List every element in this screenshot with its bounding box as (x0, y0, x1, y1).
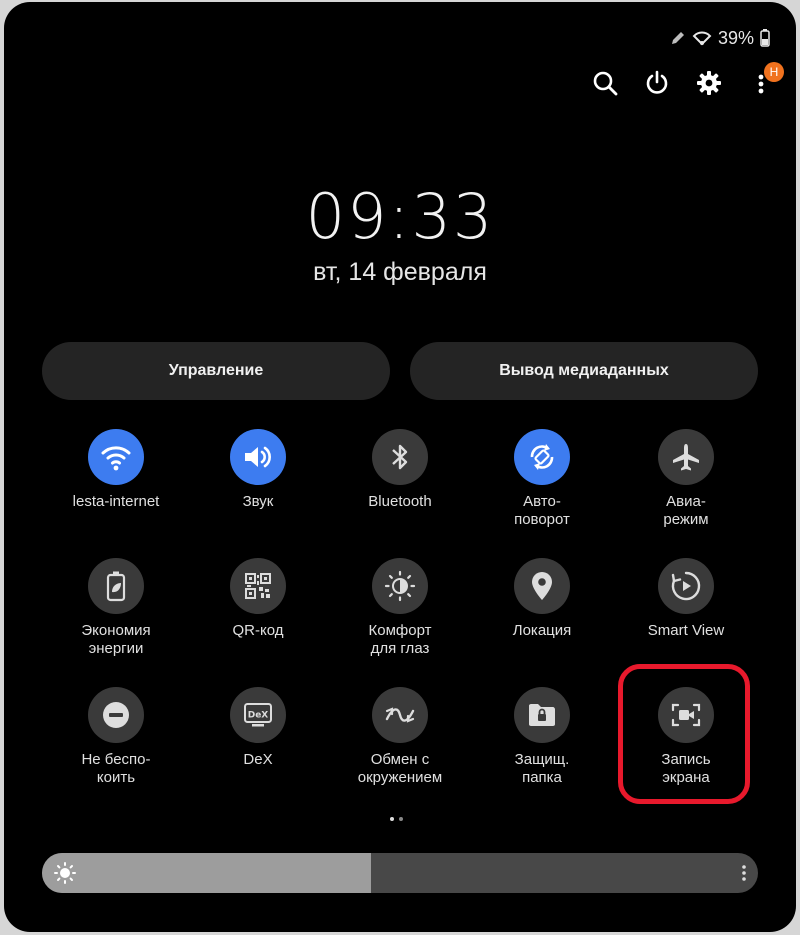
tile-label: Защищ. папка (514, 751, 570, 786)
tile-label: QR-код (232, 622, 284, 639)
status-bar: 39% (670, 26, 770, 50)
notification-badge: H (764, 62, 784, 82)
tile-wifi[interactable]: lesta-internet (46, 429, 186, 511)
wifi-status-icon (692, 31, 712, 46)
tile-power-saving-circle (88, 558, 144, 614)
tile-wifi-circle (88, 429, 144, 485)
page-dot-active (390, 817, 394, 821)
tile-location-circle (514, 558, 570, 614)
tile-label: Авто- поворот (514, 493, 570, 528)
tile-airplane-circle (658, 429, 714, 485)
brightness-slider[interactable] (42, 853, 758, 893)
brightness-fill (42, 853, 372, 893)
tile-airplane[interactable]: Авиа- режим (616, 429, 756, 529)
tile-dex-circle: DeX (230, 687, 286, 743)
tile-smart-view[interactable]: Smart View (616, 558, 756, 640)
brightness-sun-icon (54, 862, 76, 884)
tile-label: Bluetooth (368, 493, 432, 510)
tile-auto-rotate[interactable]: Авто- поворот (472, 429, 612, 529)
media-output-button[interactable]: Вывод медиаданных (410, 342, 758, 400)
power-saving-icon (106, 571, 126, 602)
secure-folder-icon (529, 704, 555, 726)
tile-label: DeX (243, 751, 273, 768)
search-button[interactable] (588, 66, 622, 100)
tile-sound[interactable]: Звук (188, 429, 328, 511)
tile-label: Не беспо- коить (81, 751, 151, 786)
page-indicator (390, 817, 403, 821)
devices-button[interactable]: Управление (42, 342, 390, 400)
tile-qr-code-circle (230, 558, 286, 614)
qr-code-icon (245, 573, 271, 599)
screen-record-highlight (618, 664, 750, 804)
sound-icon (245, 446, 271, 468)
pen-icon (671, 32, 684, 44)
tile-label: Локация (512, 622, 572, 639)
settings-button[interactable] (692, 66, 726, 100)
do-not-disturb-icon (103, 702, 129, 728)
clock-time: 09:33 (305, 180, 495, 253)
tile-label: lesta-internet (72, 493, 160, 510)
tile-dex[interactable]: DeX DeX (188, 687, 328, 769)
wifi-icon (101, 446, 131, 471)
smart-view-icon (671, 571, 701, 601)
tile-bluetooth-circle (372, 429, 428, 485)
page-dot (399, 817, 403, 821)
dex-icon: DeX (244, 703, 272, 727)
header-actions: H (588, 62, 784, 100)
tile-sound-circle (230, 429, 286, 485)
more-options-button[interactable]: H (744, 62, 784, 100)
tile-nearby-share[interactable]: Обмен с окружением (330, 687, 470, 787)
tile-eye-comfort[interactable]: Комфорт для глаз (330, 558, 470, 658)
tile-eye-comfort-circle (372, 558, 428, 614)
tile-qr-code[interactable]: QR-код (188, 558, 328, 640)
airplane-icon (673, 444, 699, 471)
location-icon (532, 572, 552, 600)
tile-bluetooth[interactable]: Bluetooth (330, 429, 470, 511)
tile-label: Авиа- режим (663, 493, 709, 528)
tile-label: Комфорт для глаз (368, 622, 432, 657)
tile-location[interactable]: Локация (472, 558, 612, 640)
battery-percent: 39% (717, 27, 754, 48)
tile-auto-rotate-circle (514, 429, 570, 485)
power-button[interactable] (640, 66, 674, 100)
battery-icon (760, 29, 770, 47)
power-icon (646, 70, 668, 94)
nearby-share-icon (385, 707, 415, 723)
tile-label: Звук (242, 493, 274, 510)
tile-dnd-circle (88, 687, 144, 743)
tile-secure-folder-circle (514, 687, 570, 743)
clock-date: вт, 14 февраля (313, 258, 487, 286)
svg-text:DeX: DeX (248, 711, 269, 721)
tile-smart-view-circle (658, 558, 714, 614)
tile-nearby-share-circle (372, 687, 428, 743)
quick-panel: 39% H 09:33 вт, 14 февраля Управление Вы… (4, 2, 796, 932)
tile-label: Обмен с окружением (357, 751, 443, 786)
eye-comfort-icon (384, 570, 416, 602)
search-icon (593, 71, 618, 96)
tile-power-saving[interactable]: Экономия энергии (46, 558, 186, 658)
bluetooth-icon (392, 444, 408, 470)
tile-label: Экономия энергии (81, 622, 151, 657)
tile-secure-folder[interactable]: Защищ. папка (472, 687, 612, 787)
tile-do-not-disturb[interactable]: Не беспо- коить (46, 687, 186, 787)
tile-label: Smart View (647, 622, 725, 639)
brightness-more-icon[interactable] (740, 861, 748, 885)
auto-rotate-icon (530, 444, 554, 470)
gear-icon (697, 71, 721, 95)
